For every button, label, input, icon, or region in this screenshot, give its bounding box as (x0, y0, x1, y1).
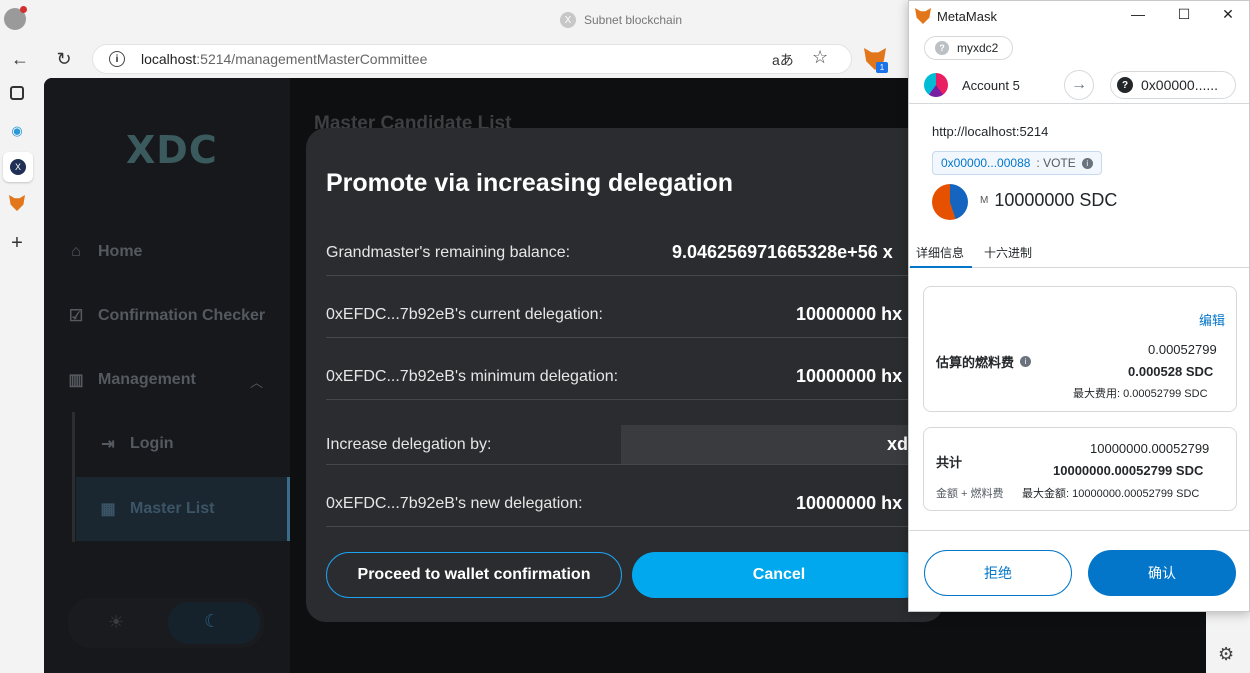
reload-button[interactable]: ↻ (50, 45, 78, 73)
tab-title: Subnet blockchain (584, 13, 683, 27)
total-value-sdc: 10000000.00052799 SDC (1053, 463, 1204, 478)
contract-method: : VOTE (1036, 156, 1076, 170)
total-value: 10000000.00052799 (1090, 441, 1210, 456)
tab-actions-icon[interactable] (10, 86, 24, 100)
total-label: 共计 (936, 455, 963, 470)
edit-gas-link[interactable]: 编辑 (1199, 310, 1225, 329)
metamask-titlebar: MetaMask (909, 0, 1249, 32)
chevron-up-icon[interactable]: ︿ (250, 372, 263, 391)
contract-method-pill[interactable]: 0x00000...00088 : VOTE i (932, 151, 1102, 175)
row-label: 0xEFDC...7b92eB's new delegation: (326, 495, 583, 512)
back-button[interactable]: ← (6, 45, 34, 73)
maximize-button[interactable]: ☐ (1172, 6, 1196, 23)
network-icon: ? (935, 41, 949, 55)
row-value: 10000000 hx (796, 366, 903, 386)
cancel-button[interactable]: Cancel (632, 552, 926, 598)
sidebar-item-label: Management (98, 371, 196, 388)
notification-dot (20, 6, 27, 13)
address-bar[interactable]: i localhost:5214/managementMasterCommitt… (92, 44, 852, 74)
info-icon[interactable]: i (1020, 356, 1032, 367)
footer-divider (909, 530, 1249, 531)
account-name[interactable]: Account 5 (962, 78, 1020, 93)
contract-address[interactable]: 0x00000...00088 (941, 156, 1030, 170)
network-name: myxdc2 (957, 41, 999, 55)
sidebar-item-label: Confirmation Checker (98, 307, 266, 324)
info-icon[interactable]: i (1081, 157, 1093, 169)
row-label: Grandmaster's remaining balance: (326, 244, 571, 261)
sidebar-item-label: Login (130, 435, 174, 452)
info-icon[interactable]: i (109, 51, 125, 67)
gas-fee-sdc: 0.000528 SDC (1128, 364, 1214, 379)
arrow-right-icon: → (1064, 70, 1094, 100)
increase-delegation-input[interactable] (621, 425, 908, 464)
sidebar-item-label: Home (98, 243, 143, 260)
sidebar-item-confirmation-checker[interactable]: ☑ Confirmation Checker (66, 306, 265, 326)
url-host: localhost (141, 51, 197, 67)
gas-max-fee: 最大费用: 0.00052799 SDC (1073, 388, 1208, 400)
url-path: :5214/managementMasterCommittee (196, 51, 428, 67)
home-icon: ⌂ (71, 243, 81, 260)
row-label: 0xEFDC...7b92eB's minimum delegation: (326, 368, 619, 385)
gas-fee-value: 0.00052799 (1148, 342, 1217, 357)
gas-fee-label: 估算的燃料费 i (936, 352, 1032, 371)
reject-button[interactable]: 拒绝 (924, 550, 1072, 596)
recipient-icon: ? (1117, 77, 1133, 93)
add-icon[interactable]: + (6, 232, 28, 254)
tab-details[interactable]: 详细信息 (916, 244, 964, 261)
sidebar-item-management[interactable]: ▥ Management (66, 370, 196, 390)
sidebar-item-master-list[interactable]: ▦ Master List (76, 477, 290, 541)
row-label: 0xEFDC...7b92eB's current delegation: (326, 306, 603, 323)
minimize-button[interactable]: — (1126, 6, 1150, 22)
confirm-button[interactable]: 确认 (1088, 550, 1236, 596)
token-avatar (932, 184, 968, 220)
active-tab-indicator (910, 266, 972, 268)
sun-icon[interactable]: ☀ (108, 612, 124, 633)
recipient-address[interactable]: ? 0x00000...... (1110, 71, 1236, 99)
recipient-address-text: 0x00000...... (1141, 77, 1219, 93)
row-value: 10000000 hx (796, 304, 903, 324)
xdc-favicon-icon: X (560, 12, 576, 28)
total-subtitle: 金额 + 燃料费 (936, 488, 1004, 500)
xdc-app-icon[interactable]: X (3, 152, 33, 182)
network-selector[interactable]: ? myxdc2 (924, 36, 1014, 60)
amount-value: 10000000 SDC (994, 190, 1118, 210)
submenu-divider (72, 412, 75, 542)
close-button[interactable]: ✕ (1216, 6, 1240, 23)
input-unit: xd (887, 434, 909, 454)
row-value: 9.046256971665328e+56 x (672, 242, 893, 262)
table-icon: ▦ (100, 501, 116, 518)
xdc-logo: XDC (126, 128, 218, 172)
metamask-fox-icon (915, 8, 931, 24)
request-origin: http://localhost:5214 (932, 124, 1049, 139)
favorite-star-icon[interactable]: ☆ (812, 47, 828, 68)
row-value: 10000000 hx (796, 493, 903, 513)
moon-icon[interactable]: ☾ (204, 611, 220, 632)
chart-icon: ▥ (68, 372, 84, 389)
read-aloud-icon[interactable]: aあ (772, 50, 794, 70)
account-avatar (924, 73, 948, 97)
modal-title: Promote via increasing delegation (326, 169, 734, 197)
sidebar-item-label: Master List (130, 500, 215, 517)
currency-symbol: M (980, 195, 989, 206)
tab-hex[interactable]: 十六进制 (984, 244, 1032, 261)
extension-badge: 1 (876, 62, 888, 73)
sidebar-item-login[interactable]: ⇥ Login (98, 434, 174, 454)
login-icon: ⇥ (101, 436, 115, 453)
gas-fee-label-text: 估算的燃料费 (936, 355, 1015, 370)
sidebar-item-home[interactable]: ⌂ Home (66, 242, 142, 262)
copilot-icon[interactable]: ◉ (6, 120, 28, 142)
active-tab[interactable]: X Subnet blockchain (560, 12, 682, 28)
metamask-sidebar-icon[interactable] (6, 192, 28, 214)
row-label: Increase delegation by: (326, 436, 492, 453)
proceed-button[interactable]: Proceed to wallet confirmation (326, 552, 622, 598)
checklist-icon: ☑ (68, 308, 84, 325)
transaction-amount: M 10000000 SDC (980, 190, 1117, 211)
metamask-window-title: MetaMask (937, 8, 997, 24)
total-max: 最大金额: 10000000.00052799 SDC (1022, 488, 1200, 500)
gear-icon[interactable]: ⚙ (1218, 644, 1234, 665)
